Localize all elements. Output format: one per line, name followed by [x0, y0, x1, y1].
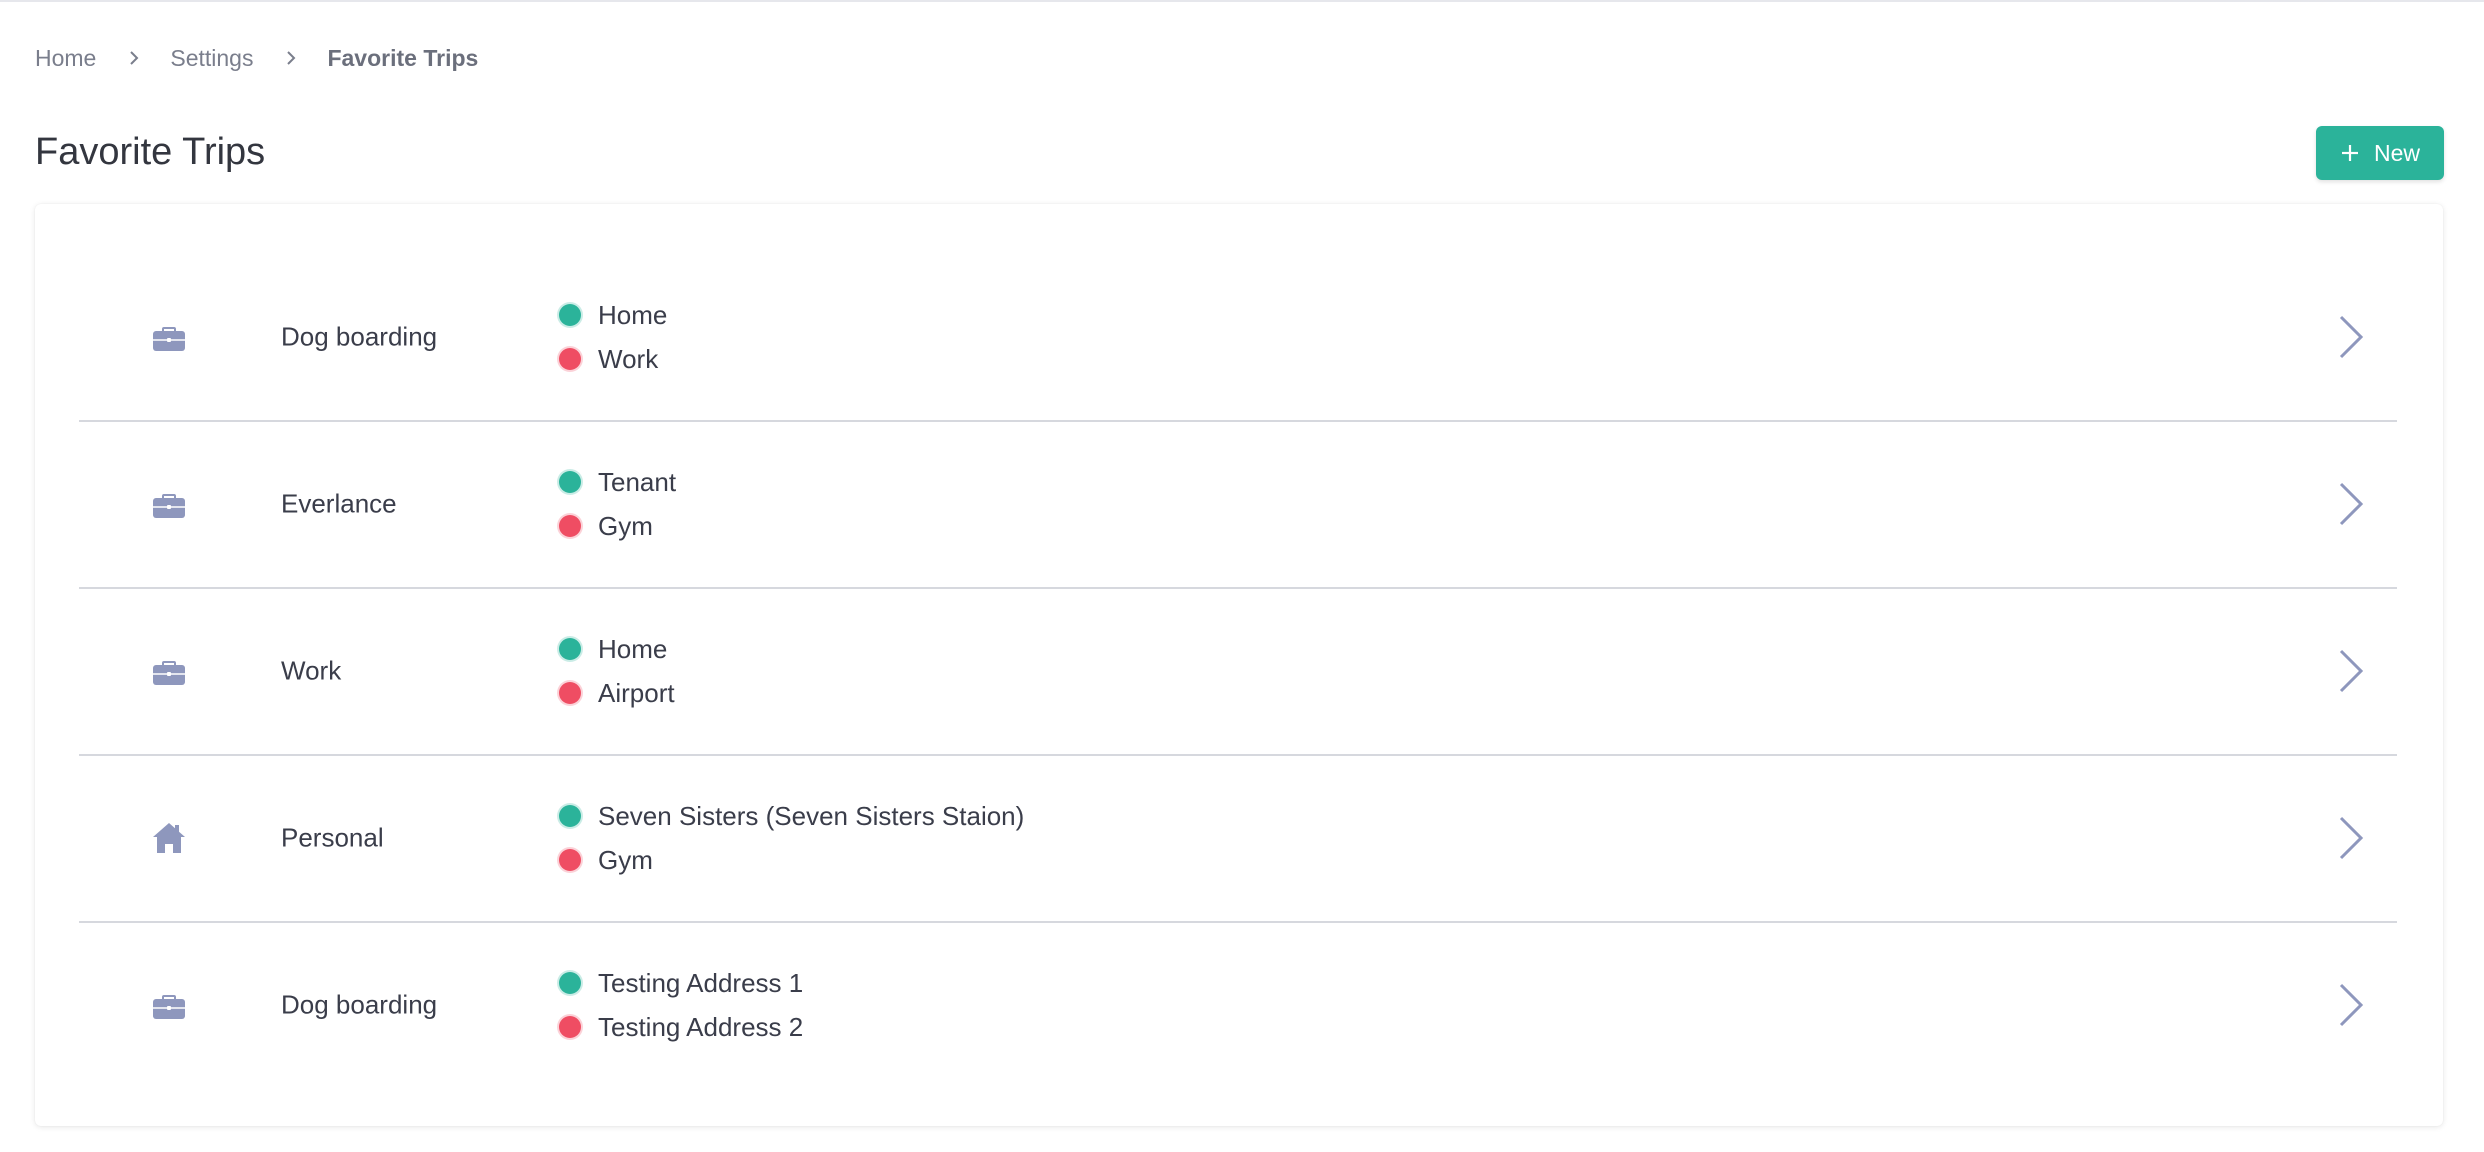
page-title: Favorite Trips — [35, 131, 266, 173]
trip-name: Work — [281, 655, 342, 686]
destination-dot — [559, 348, 581, 370]
chevron-right-icon[interactable] — [2333, 981, 2369, 1029]
briefcase-icon — [153, 327, 185, 351]
destination-stop: Gym — [559, 844, 1024, 876]
trip-stops: Tenant Gym — [559, 466, 676, 542]
chevron-right-icon[interactable] — [2333, 313, 2369, 361]
origin-dot — [559, 304, 581, 326]
origin-label: Home — [598, 299, 668, 330]
origin-stop: Home — [559, 633, 675, 665]
trip-stops: Home Work — [559, 299, 667, 375]
trip-stops: Home Airport — [559, 633, 675, 709]
destination-dot — [559, 849, 581, 871]
origin-dot — [559, 972, 581, 994]
chevron-right-icon — [130, 51, 139, 65]
trip-name: Dog boarding — [281, 321, 438, 352]
new-button-label: New — [2373, 139, 2420, 166]
briefcase-icon — [153, 995, 185, 1019]
trip-stops: Seven Sisters (Seven Sisters Staion) Gym — [559, 800, 1024, 876]
chevron-right-icon — [287, 51, 296, 65]
destination-stop: Work — [559, 343, 667, 375]
trip-row[interactable]: Personal Seven Sisters (Seven Sisters St… — [79, 755, 2397, 923]
trip-name: Personal — [281, 822, 384, 853]
home-icon — [153, 823, 185, 853]
origin-stop: Testing Address 1 — [559, 967, 803, 999]
destination-label: Gym — [598, 844, 653, 875]
briefcase-icon — [153, 494, 185, 518]
breadcrumb-home[interactable]: Home — [35, 45, 96, 72]
destination-label: Testing Address 2 — [598, 1011, 804, 1042]
trip-row[interactable]: Dog boarding Home Work — [79, 254, 2397, 422]
trip-name: Dog boarding — [281, 989, 438, 1020]
trip-row[interactable]: Work Home Airport — [79, 588, 2397, 756]
origin-stop: Home — [559, 299, 667, 331]
origin-label: Seven Sisters (Seven Sisters Staion) — [598, 800, 1025, 831]
origin-dot — [559, 471, 581, 493]
top-border — [0, 0, 2484, 2]
chevron-right-icon[interactable] — [2333, 814, 2369, 862]
origin-label: Testing Address 1 — [598, 967, 804, 998]
trip-row[interactable]: Everlance Tenant Gym — [79, 421, 2397, 589]
trip-stops: Testing Address 1 Testing Address 2 — [559, 967, 803, 1043]
destination-label: Airport — [598, 677, 675, 708]
origin-label: Home — [598, 633, 668, 664]
breadcrumb: Home Settings Favorite Trips — [35, 40, 478, 76]
destination-dot — [559, 515, 581, 537]
origin-dot — [559, 805, 581, 827]
origin-label: Tenant — [598, 466, 677, 497]
favorite-trips-list: Dog boarding Home Work Everlance Tenant … — [35, 204, 2443, 1126]
plus-icon — [2341, 145, 2358, 161]
breadcrumb-current: Favorite Trips — [327, 44, 479, 71]
chevron-right-icon[interactable] — [2333, 480, 2369, 528]
destination-dot — [559, 1016, 581, 1038]
breadcrumb-settings[interactable]: Settings — [170, 45, 253, 72]
destination-stop: Gym — [559, 510, 676, 542]
chevron-right-icon[interactable] — [2333, 647, 2369, 695]
destination-label: Gym — [598, 510, 653, 541]
trip-name: Everlance — [281, 488, 397, 519]
trip-row[interactable]: Dog boarding Testing Address 1 Testing A… — [79, 922, 2397, 1088]
origin-stop: Seven Sisters (Seven Sisters Staion) — [559, 800, 1024, 832]
origin-stop: Tenant — [559, 466, 676, 498]
destination-dot — [559, 682, 581, 704]
briefcase-icon — [153, 661, 185, 685]
destination-label: Work — [598, 343, 659, 374]
destination-stop: Testing Address 2 — [559, 1011, 803, 1043]
origin-dot — [559, 638, 581, 660]
new-trip-button[interactable]: New — [2316, 126, 2444, 180]
destination-stop: Airport — [559, 677, 675, 709]
